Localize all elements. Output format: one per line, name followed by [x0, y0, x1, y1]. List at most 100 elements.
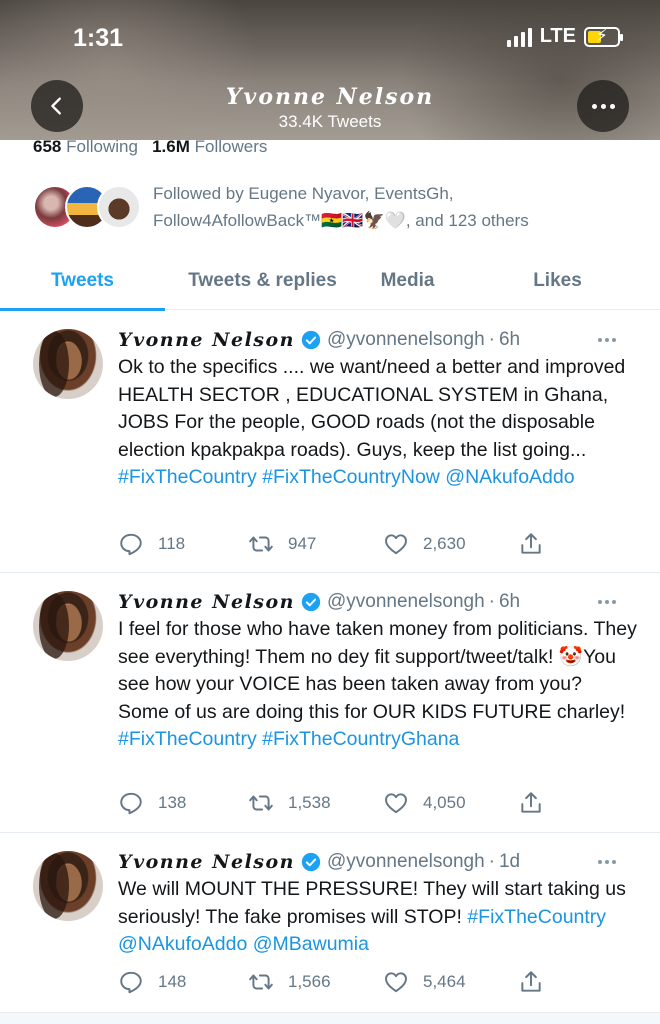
following-link[interactable]: 658 Following [33, 137, 138, 156]
like-count: 2,630 [423, 534, 466, 553]
like-count: 5,464 [423, 972, 466, 991]
hashtag-link[interactable]: #FixTheCountry [118, 728, 257, 750]
tweet[interactable]: Yvonne Nelson @yvonnenelsongh · 1d We wi… [0, 833, 660, 1013]
header-tweet-count: 33.4K Tweets [278, 112, 382, 131]
header-name: Yvonne Nelson [225, 84, 435, 110]
reply-button[interactable]: 118 [118, 531, 248, 557]
heart-icon [385, 972, 407, 993]
tweet-actions: 148 1,566 5,464 [118, 967, 638, 997]
tweet-header: Yvonne Nelson @yvonnenelsongh · 6h [118, 327, 638, 353]
hashtag-link[interactable]: #FixTheCountryGhana [262, 728, 459, 750]
retweet-icon [249, 974, 273, 990]
followers-link[interactable]: 1.6M Followers [152, 137, 267, 156]
share-button[interactable] [518, 969, 544, 995]
avatar [97, 185, 141, 229]
tweet-handle[interactable]: @yvonnenelsongh [327, 591, 485, 613]
tweet-text-body: I feel for those who have taken money fr… [118, 618, 637, 723]
retweet-button[interactable]: 947 [248, 531, 383, 557]
like-count: 4,050 [423, 793, 466, 812]
retweet-icon [249, 536, 273, 552]
followers-count: 1.6M [152, 137, 190, 156]
retweet-count: 1,538 [288, 793, 331, 812]
tweet-author-name[interactable]: Yvonne Nelson [118, 851, 295, 873]
following-label: Following [66, 137, 138, 156]
tweet-header: Yvonne Nelson @yvonnenelsongh · 6h [118, 589, 638, 615]
avatar[interactable] [33, 851, 103, 921]
hashtag-link[interactable]: #FixTheCountry [467, 906, 606, 928]
tweet-author-name[interactable]: Yvonne Nelson [118, 591, 295, 613]
following-count: 658 [33, 137, 62, 156]
tweet-text: Ok to the specifics .... we want/need a … [118, 354, 638, 492]
tweet-actions: 138 1,538 4,050 [118, 788, 638, 818]
reply-icon [120, 533, 142, 556]
status-time: 1:31 [73, 24, 124, 52]
verified-badge-icon [301, 592, 321, 612]
tweet-time[interactable]: 1d [499, 851, 520, 873]
retweet-count: 1,566 [288, 972, 331, 991]
like-button[interactable]: 5,464 [383, 969, 518, 995]
bottom-divider [0, 1013, 660, 1024]
tweet[interactable]: Yvonne Nelson @yvonnenelsongh · 6h Ok to… [0, 311, 660, 573]
tweet-text-body: Ok to the specifics .... we want/need a … [118, 356, 626, 461]
reply-count: 138 [158, 793, 187, 812]
hashtag-link[interactable]: #FixTheCountryNow [262, 466, 440, 488]
heart-icon [385, 534, 407, 555]
like-button[interactable]: 2,630 [383, 531, 518, 557]
status-indicators: LTE ⚡ [506, 25, 623, 48]
followed-by-text: Followed by Eugene Nyavor, EventsGh, Fol… [153, 184, 529, 230]
reply-button[interactable]: 148 [118, 969, 248, 995]
share-button[interactable] [518, 531, 544, 557]
tweet-actions: 118 947 2,630 [118, 529, 638, 559]
retweet-icon [249, 795, 273, 811]
reply-count: 148 [158, 972, 187, 991]
profile-tabs: Tweets Tweets & replies Media Likes [0, 252, 660, 311]
retweet-count: 947 [288, 534, 317, 553]
retweet-button[interactable]: 1,566 [248, 969, 383, 995]
verified-badge-icon [301, 330, 321, 350]
signal-icon [506, 27, 532, 47]
reply-button[interactable]: 138 [118, 790, 248, 816]
mention-link[interactable]: @MBawumia [253, 933, 369, 955]
followers-avatars [33, 185, 141, 235]
tab-tweets[interactable]: Tweets [0, 252, 165, 311]
share-icon [521, 792, 541, 813]
tab-likes[interactable]: Likes [455, 252, 660, 310]
reply-icon [120, 792, 142, 815]
tweet-author-name[interactable]: Yvonne Nelson [118, 329, 295, 351]
tweet-handle[interactable]: @yvonnenelsongh [327, 851, 485, 873]
tab-tweets-replies[interactable]: Tweets & replies [165, 252, 360, 310]
tweet[interactable]: Yvonne Nelson @yvonnenelsongh · 6h I fee… [0, 573, 660, 833]
follow-stats: 658 Following 1.6M Followers [33, 137, 267, 157]
reply-icon [120, 971, 142, 994]
avatar[interactable] [33, 591, 103, 661]
tweet-more-icon[interactable] [598, 860, 616, 864]
followers-label: Followers [194, 137, 268, 156]
verified-badge-icon [301, 852, 321, 872]
tweet-time[interactable]: 6h [499, 329, 520, 351]
share-icon [521, 533, 541, 554]
reply-count: 118 [158, 534, 186, 553]
heart-icon [385, 793, 407, 814]
share-button[interactable] [518, 790, 544, 816]
mention-link[interactable]: @NAkufoAddo [118, 933, 247, 955]
battery-icon: ⚡ [584, 26, 623, 47]
mention-link[interactable]: @NAkufoAddo [445, 466, 574, 488]
more-options-button[interactable] [577, 80, 629, 132]
avatar[interactable] [33, 329, 103, 399]
tweet-text: We will MOUNT THE PRESSURE! They will st… [118, 876, 638, 959]
tweet-header: Yvonne Nelson @yvonnenelsongh · 1d [118, 849, 638, 875]
tweet-text: I feel for those who have taken money fr… [118, 616, 638, 754]
retweet-button[interactable]: 1,538 [248, 790, 383, 816]
tweet-more-icon[interactable] [598, 600, 616, 604]
profile-header: 1:31 LTE ⚡ Yvonne Nelson 33.4K Tweets [0, 0, 660, 140]
followed-by[interactable]: Followed by Eugene Nyavor, EventsGh, Fol… [33, 180, 613, 235]
hashtag-link[interactable]: #FixTheCountry [118, 466, 257, 488]
tweet-more-icon[interactable] [598, 338, 616, 342]
share-icon [521, 971, 541, 992]
tweet-handle[interactable]: @yvonnenelsongh [327, 329, 485, 351]
network-label: LTE [539, 25, 576, 47]
more-dots-icon [591, 103, 615, 109]
tab-media[interactable]: Media [360, 252, 455, 310]
tweet-time[interactable]: 6h [499, 591, 520, 613]
like-button[interactable]: 4,050 [383, 790, 518, 816]
